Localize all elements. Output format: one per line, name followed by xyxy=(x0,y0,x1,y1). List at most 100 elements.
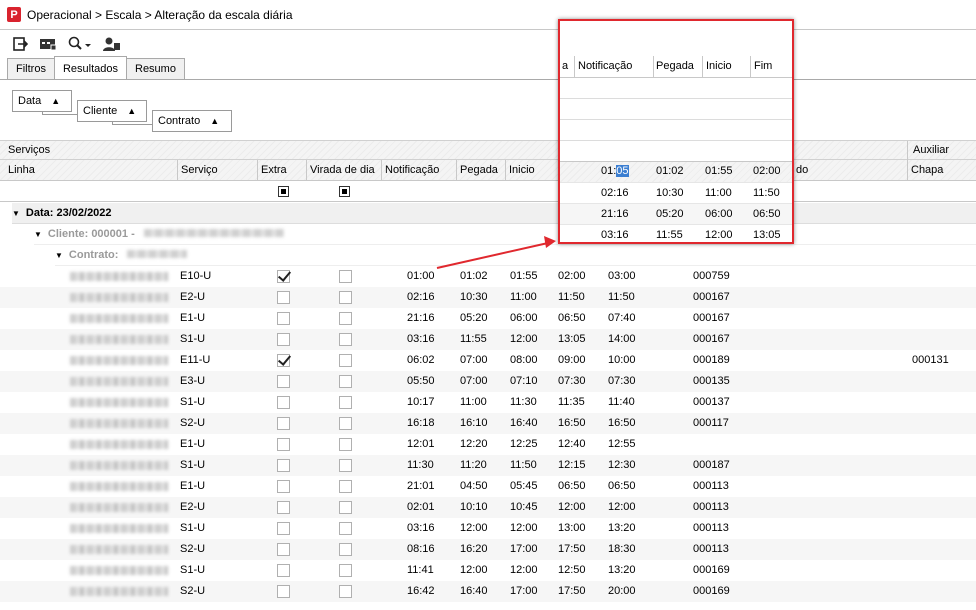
virada-checkbox[interactable] xyxy=(339,438,352,451)
virada-checkbox[interactable] xyxy=(339,459,352,472)
table-row[interactable]: E1-U 21:16 05:20 06:00 06:50 07:40 000167 xyxy=(0,308,976,329)
cell-fim[interactable]: 12:15 xyxy=(558,455,586,476)
group-row-contrato[interactable]: ▼ Contrato: xyxy=(55,245,976,266)
extra-checkbox[interactable] xyxy=(277,375,290,388)
cell-chapa[interactable]: 000189 xyxy=(693,350,730,371)
cell-servico[interactable]: S2-U xyxy=(180,539,205,560)
cell-servico[interactable]: S1-U xyxy=(180,518,205,539)
cell-notificacao[interactable]: 06:02 xyxy=(407,350,435,371)
cell-col-d[interactable]: 10:00 xyxy=(608,350,636,371)
virada-checkbox[interactable] xyxy=(339,543,352,556)
cell-col-d[interactable]: 14:00 xyxy=(608,329,636,350)
cell-servico[interactable]: E2-U xyxy=(180,287,205,308)
group-by-cliente-button[interactable]: Cliente ▲ xyxy=(77,100,147,122)
cell-servico[interactable]: E10-U xyxy=(180,266,211,287)
cell-chapa[interactable]: 000187 xyxy=(693,455,730,476)
table-row[interactable]: S1-U 11:41 12:00 12:00 12:50 13:20 000169 xyxy=(0,560,976,581)
cell-inicio[interactable]: 12:00 xyxy=(510,518,538,539)
virada-checkbox[interactable] xyxy=(339,375,352,388)
cell-servico[interactable]: S1-U xyxy=(180,392,205,413)
cell-chapa[interactable]: 000169 xyxy=(693,560,730,581)
cell-pegada[interactable]: 11:55 xyxy=(460,329,487,350)
extra-checkbox[interactable] xyxy=(277,585,290,598)
virada-checkbox[interactable] xyxy=(339,396,352,409)
cell-col-d[interactable]: 03:00 xyxy=(608,266,636,287)
cell-servico[interactable]: S2-U xyxy=(180,413,205,434)
cell-col-d[interactable]: 07:30 xyxy=(608,371,636,392)
cell-servico[interactable]: E1-U xyxy=(180,434,205,455)
search-icon[interactable] xyxy=(66,34,94,54)
cell-fim[interactable]: 11:35 xyxy=(558,392,585,413)
cell-fim[interactable]: 09:00 xyxy=(558,350,586,371)
cell-inicio[interactable]: 12:25 xyxy=(510,434,538,455)
virada-filter-checkbox[interactable] xyxy=(339,186,350,197)
cell-chapa[interactable]: 000169 xyxy=(693,581,730,602)
card-icon[interactable] xyxy=(38,34,58,54)
cell-inicio[interactable]: 01:55 xyxy=(510,266,538,287)
cell-fim[interactable]: 17:50 xyxy=(558,539,586,560)
extra-checkbox[interactable] xyxy=(277,270,290,283)
cell-servico[interactable]: S1-U xyxy=(180,455,205,476)
virada-checkbox[interactable] xyxy=(339,501,352,514)
cell-servico[interactable]: E1-U xyxy=(180,476,205,497)
cell-pegada[interactable]: 16:10 xyxy=(460,413,488,434)
extra-checkbox[interactable] xyxy=(277,543,290,556)
cell-inicio[interactable]: 17:00 xyxy=(510,539,538,560)
cell-inicio[interactable]: 10:45 xyxy=(510,497,538,518)
cell-pegada[interactable]: 10:10 xyxy=(460,497,488,518)
table-row[interactable]: S1-U 03:16 12:00 12:00 13:00 13:20 000113 xyxy=(0,518,976,539)
col-header-notificacao[interactable]: Notificação xyxy=(381,160,456,180)
cell-notificacao[interactable]: 11:30 xyxy=(407,455,434,476)
cell-chapa[interactable]: 000167 xyxy=(693,308,730,329)
cell-inicio[interactable]: 08:00 xyxy=(510,350,538,371)
virada-checkbox[interactable] xyxy=(339,585,352,598)
cell-pegada[interactable]: 05:20 xyxy=(460,308,488,329)
virada-checkbox[interactable] xyxy=(339,564,352,577)
extra-checkbox[interactable] xyxy=(277,396,290,409)
cell-pegada[interactable]: 16:20 xyxy=(460,539,488,560)
cell-fim[interactable]: 12:50 xyxy=(558,560,586,581)
cell-pegada[interactable]: 12:00 xyxy=(460,560,488,581)
cell-notificacao[interactable]: 12:01 xyxy=(407,434,435,455)
cell-col-d[interactable]: 13:20 xyxy=(608,518,636,539)
extra-checkbox[interactable] xyxy=(277,333,290,346)
col-header-pegada[interactable]: Pegada xyxy=(456,160,505,180)
cell-notificacao[interactable]: 02:01 xyxy=(407,497,435,518)
cell-pegada[interactable]: 07:00 xyxy=(460,350,488,371)
table-row[interactable]: S1-U 03:16 11:55 12:00 13:05 14:00 000167 xyxy=(0,329,976,350)
cell-notificacao[interactable]: 01:00 xyxy=(407,266,435,287)
cell-notificacao[interactable]: 05:50 xyxy=(407,371,435,392)
cell-fim[interactable]: 12:40 xyxy=(558,434,586,455)
cell-inicio[interactable]: 05:45 xyxy=(510,476,538,497)
cell-pegada[interactable]: 11:20 xyxy=(460,455,487,476)
cell-chapa[interactable]: 000759 xyxy=(693,266,730,287)
table-row[interactable]: S1-U 11:30 11:20 11:50 12:15 12:30 000187 xyxy=(0,455,976,476)
cell-col-d[interactable]: 12:55 xyxy=(608,434,636,455)
cell-fim[interactable]: 12:00 xyxy=(558,497,586,518)
cell-fim[interactable]: 06:50 xyxy=(558,308,586,329)
cell-inicio[interactable]: 12:00 xyxy=(510,560,538,581)
table-row[interactable]: E2-U 02:16 10:30 11:00 11:50 11:50 000167 xyxy=(0,287,976,308)
cell-col-d[interactable]: 11:40 xyxy=(608,392,635,413)
col-header-servico[interactable]: Serviço xyxy=(177,160,257,180)
table-row[interactable]: S1-U 10:17 11:00 11:30 11:35 11:40 000137 xyxy=(0,392,976,413)
cell-col-d[interactable]: 12:30 xyxy=(608,455,636,476)
extra-checkbox[interactable] xyxy=(277,291,290,304)
cell-notificacao[interactable]: 21:16 xyxy=(407,308,435,329)
cell-col-d[interactable]: 16:50 xyxy=(608,413,636,434)
table-row[interactable]: E10-U 01:00 01:02 01:55 02:00 03:00 000759 xyxy=(0,266,976,287)
virada-checkbox[interactable] xyxy=(339,522,352,535)
cell-inicio[interactable]: 12:00 xyxy=(510,329,538,350)
export-icon[interactable] xyxy=(10,34,30,54)
table-row[interactable]: S2-U 08:16 16:20 17:00 17:50 18:30 000113 xyxy=(0,539,976,560)
virada-checkbox[interactable] xyxy=(339,333,352,346)
virada-checkbox[interactable] xyxy=(339,291,352,304)
extra-checkbox[interactable] xyxy=(277,480,290,493)
cell-chapa[interactable]: 000167 xyxy=(693,329,730,350)
cell-col-d[interactable]: 06:50 xyxy=(608,476,636,497)
cell-chapa[interactable]: 000113 xyxy=(693,497,729,518)
cell-col-d[interactable]: 20:00 xyxy=(608,581,636,602)
table-row[interactable]: E3-U 05:50 07:00 07:10 07:30 07:30 000135 xyxy=(0,371,976,392)
tab-resultados[interactable]: Resultados xyxy=(53,56,127,79)
extra-checkbox[interactable] xyxy=(277,459,290,472)
